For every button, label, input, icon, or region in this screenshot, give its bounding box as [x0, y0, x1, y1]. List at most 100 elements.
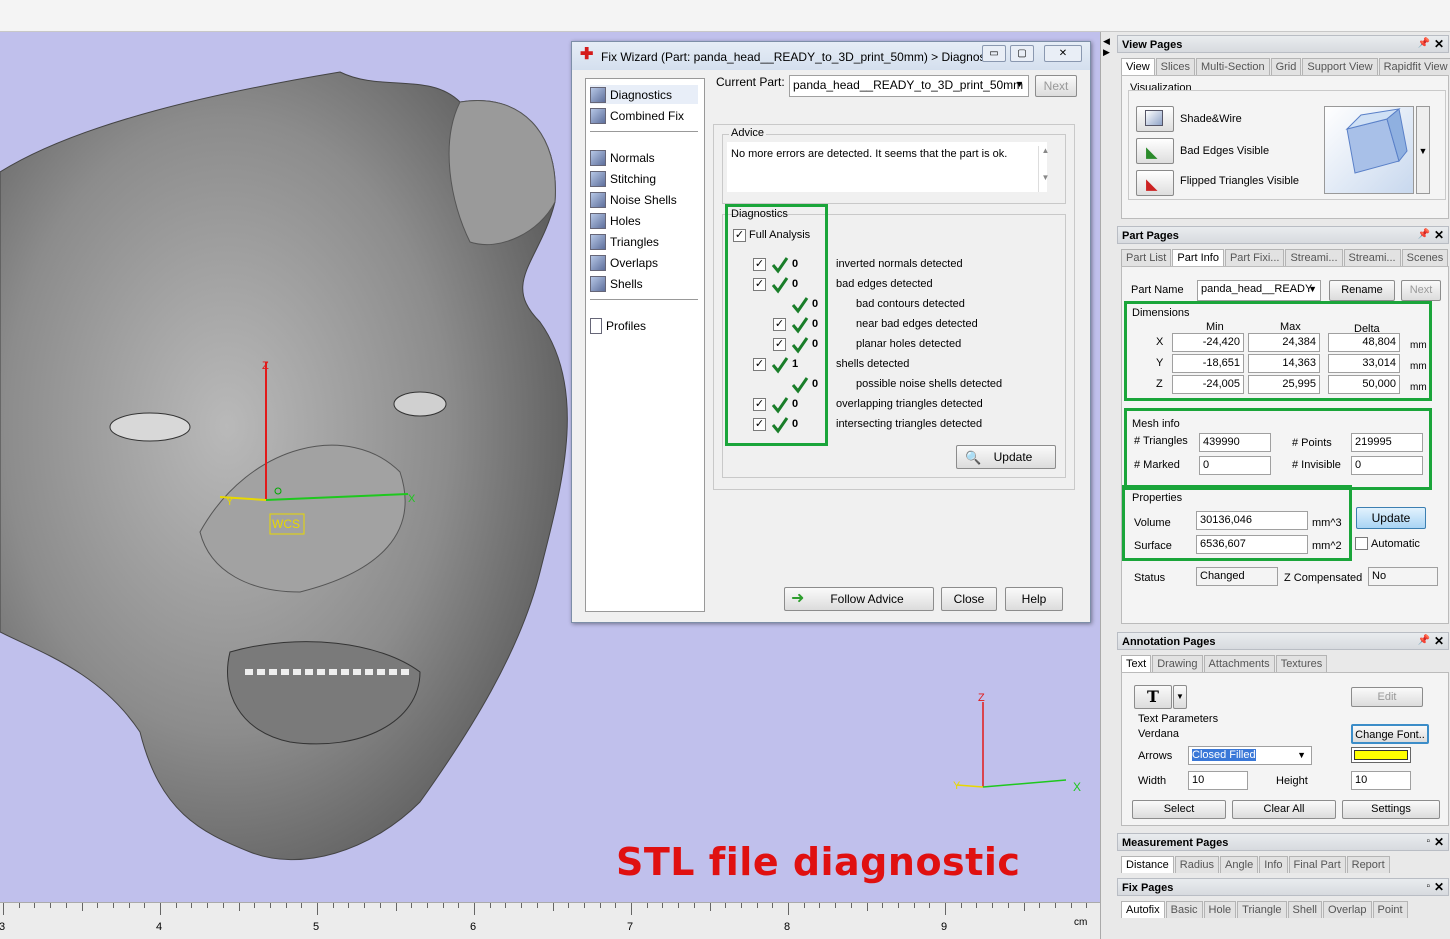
nav-item-combined-fix[interactable]: Combined Fix: [590, 106, 698, 125]
close-icon[interactable]: ✕: [1434, 37, 1444, 51]
tab-view[interactable]: View: [1121, 58, 1155, 75]
nav-item-normals[interactable]: Normals: [590, 148, 698, 167]
pin-icon[interactable]: 📌: [1418, 229, 1430, 240]
clear-all-button[interactable]: Clear All: [1232, 800, 1336, 819]
close-window-button[interactable]: ✕: [1044, 45, 1082, 62]
text-tool-button[interactable]: T: [1134, 685, 1172, 709]
nav-item-stitching[interactable]: Stitching: [590, 169, 698, 188]
bad-edges-button[interactable]: ◣: [1136, 138, 1174, 164]
view-cube-preview[interactable]: [1324, 106, 1414, 194]
pin-icon[interactable]: 📌: [1418, 635, 1430, 646]
diagnostic-checkbox[interactable]: ✓: [753, 278, 766, 291]
tab-basic[interactable]: Basic: [1165, 901, 1203, 918]
tab-rapidfit-view[interactable]: Rapidfit View: [1378, 58, 1450, 75]
diagnostic-checkbox[interactable]: ✓: [773, 338, 786, 351]
tab-textures[interactable]: Textures: [1275, 655, 1328, 672]
tab-part-list[interactable]: Part List: [1121, 249, 1172, 266]
part-update-button[interactable]: Update: [1356, 507, 1426, 529]
tab-support-view[interactable]: Support View: [1302, 58, 1378, 75]
diagnostic-count: 0: [812, 318, 819, 330]
tab-text[interactable]: Text: [1121, 655, 1152, 672]
tab-streami[interactable]: Streami...: [1285, 249, 1343, 266]
arrow-color-swatch[interactable]: [1351, 747, 1411, 763]
nav-item-profiles[interactable]: Profiles: [590, 316, 698, 335]
tab-hole[interactable]: Hole: [1203, 901, 1237, 918]
edit-button[interactable]: Edit: [1351, 687, 1423, 707]
settings-button[interactable]: Settings: [1342, 800, 1440, 819]
tab-triangle[interactable]: Triangle: [1237, 901, 1287, 918]
tab-part-fixi[interactable]: Part Fixi...: [1224, 249, 1285, 266]
tab-scenes[interactable]: Scenes: [1401, 249, 1449, 266]
width-field[interactable]: 10: [1188, 771, 1248, 790]
select-button[interactable]: Select: [1132, 800, 1226, 819]
nav-item-overlaps[interactable]: Overlaps: [590, 253, 698, 272]
close-button[interactable]: Close: [941, 587, 997, 611]
tab-part-info[interactable]: Part Info: [1172, 249, 1224, 266]
tab-point[interactable]: Point: [1372, 901, 1408, 918]
tab-report[interactable]: Report: [1346, 856, 1390, 873]
rename-button[interactable]: Rename: [1329, 280, 1395, 301]
tab-angle[interactable]: Angle: [1220, 856, 1259, 873]
pin-icon[interactable]: 📌: [1418, 38, 1430, 49]
diagnostic-checkbox[interactable]: ✓: [753, 398, 766, 411]
tab-radius[interactable]: Radius: [1174, 856, 1220, 873]
minimize-button[interactable]: ▭: [982, 45, 1006, 62]
part-next-button[interactable]: Next: [1401, 280, 1441, 301]
shade-wire-button[interactable]: [1136, 106, 1174, 132]
nav-item-holes[interactable]: Holes: [590, 211, 698, 230]
nav-divider: [590, 131, 698, 132]
diagnostic-checkbox[interactable]: ✓: [753, 358, 766, 371]
restore-icon[interactable]: ▫: [1426, 836, 1430, 847]
automatic-checkbox[interactable]: [1355, 537, 1368, 550]
help-button[interactable]: Help: [1005, 587, 1063, 611]
height-field[interactable]: 10: [1351, 771, 1411, 790]
invisible-label: # Invisible: [1292, 459, 1341, 471]
ruler-tick: [191, 903, 193, 908]
tab-slices[interactable]: Slices: [1155, 58, 1195, 75]
arrows-select[interactable]: Closed Filled ▼: [1188, 746, 1312, 765]
full-analysis-checkbox[interactable]: ✓: [733, 229, 746, 242]
tab-grid[interactable]: Grid: [1270, 58, 1302, 75]
tab-overlap[interactable]: Overlap: [1322, 901, 1372, 918]
close-icon[interactable]: ✕: [1434, 228, 1444, 242]
diagnostic-checkbox[interactable]: ✓: [753, 418, 766, 431]
close-icon[interactable]: ✕: [1434, 634, 1444, 648]
follow-advice-button[interactable]: ➜ Follow Advice: [784, 587, 934, 611]
text-tool-dropdown[interactable]: ▼: [1173, 685, 1187, 709]
axis-y-label: Y: [226, 496, 234, 508]
diagnostic-checkbox[interactable]: ✓: [773, 318, 786, 331]
tab-final-part[interactable]: Final Part: [1288, 856, 1346, 873]
tab-info[interactable]: Info: [1259, 856, 1288, 873]
nav-item-diagnostics[interactable]: Diagnostics: [590, 85, 698, 104]
nav-item-triangles[interactable]: Triangles: [590, 232, 698, 251]
nav-item-shells[interactable]: Shells: [590, 274, 698, 293]
tab-attachments[interactable]: Attachments: [1203, 655, 1275, 672]
ruler-tick: [97, 903, 99, 908]
tab-streami[interactable]: Streami...: [1343, 249, 1401, 266]
tab-multi-section[interactable]: Multi-Section: [1196, 58, 1270, 75]
close-icon[interactable]: ✕: [1434, 835, 1444, 849]
diagnostic-count: 0: [792, 398, 799, 410]
diagnostics-update-button[interactable]: 🔍 Update: [956, 445, 1056, 469]
magnifier-icon: [590, 86, 606, 103]
change-font-button[interactable]: Change Font..: [1351, 724, 1429, 744]
ruler-tick: [395, 903, 397, 911]
stitching-icon: [590, 170, 606, 187]
tab-drawing[interactable]: Drawing: [1152, 655, 1203, 672]
flipped-triangles-button[interactable]: ◣: [1136, 170, 1174, 196]
next-button[interactable]: Next: [1035, 75, 1077, 97]
current-part-select[interactable]: panda_head__READY_to_3D_print_50mm ▼: [789, 75, 1029, 97]
nav-item-noise-shells[interactable]: Noise Shells: [590, 190, 698, 209]
panel-arrow-icon[interactable]: ◀ ▶: [1103, 36, 1110, 58]
close-icon[interactable]: ✕: [1434, 880, 1444, 894]
view-preset-dropdown[interactable]: ▼: [1416, 106, 1430, 194]
part-name-select[interactable]: panda_head__READY ▼: [1197, 280, 1321, 301]
tab-autofix[interactable]: Autofix: [1121, 901, 1165, 918]
tab-distance[interactable]: Distance: [1121, 856, 1174, 873]
checkmark-icon: [771, 416, 789, 434]
advice-scrollbar[interactable]: ▲ ▼: [1038, 146, 1052, 192]
restore-icon[interactable]: ▫: [1426, 881, 1430, 892]
maximize-button[interactable]: ▢: [1010, 45, 1034, 62]
diagnostic-checkbox[interactable]: ✓: [753, 258, 766, 271]
tab-shell[interactable]: Shell: [1287, 901, 1322, 918]
